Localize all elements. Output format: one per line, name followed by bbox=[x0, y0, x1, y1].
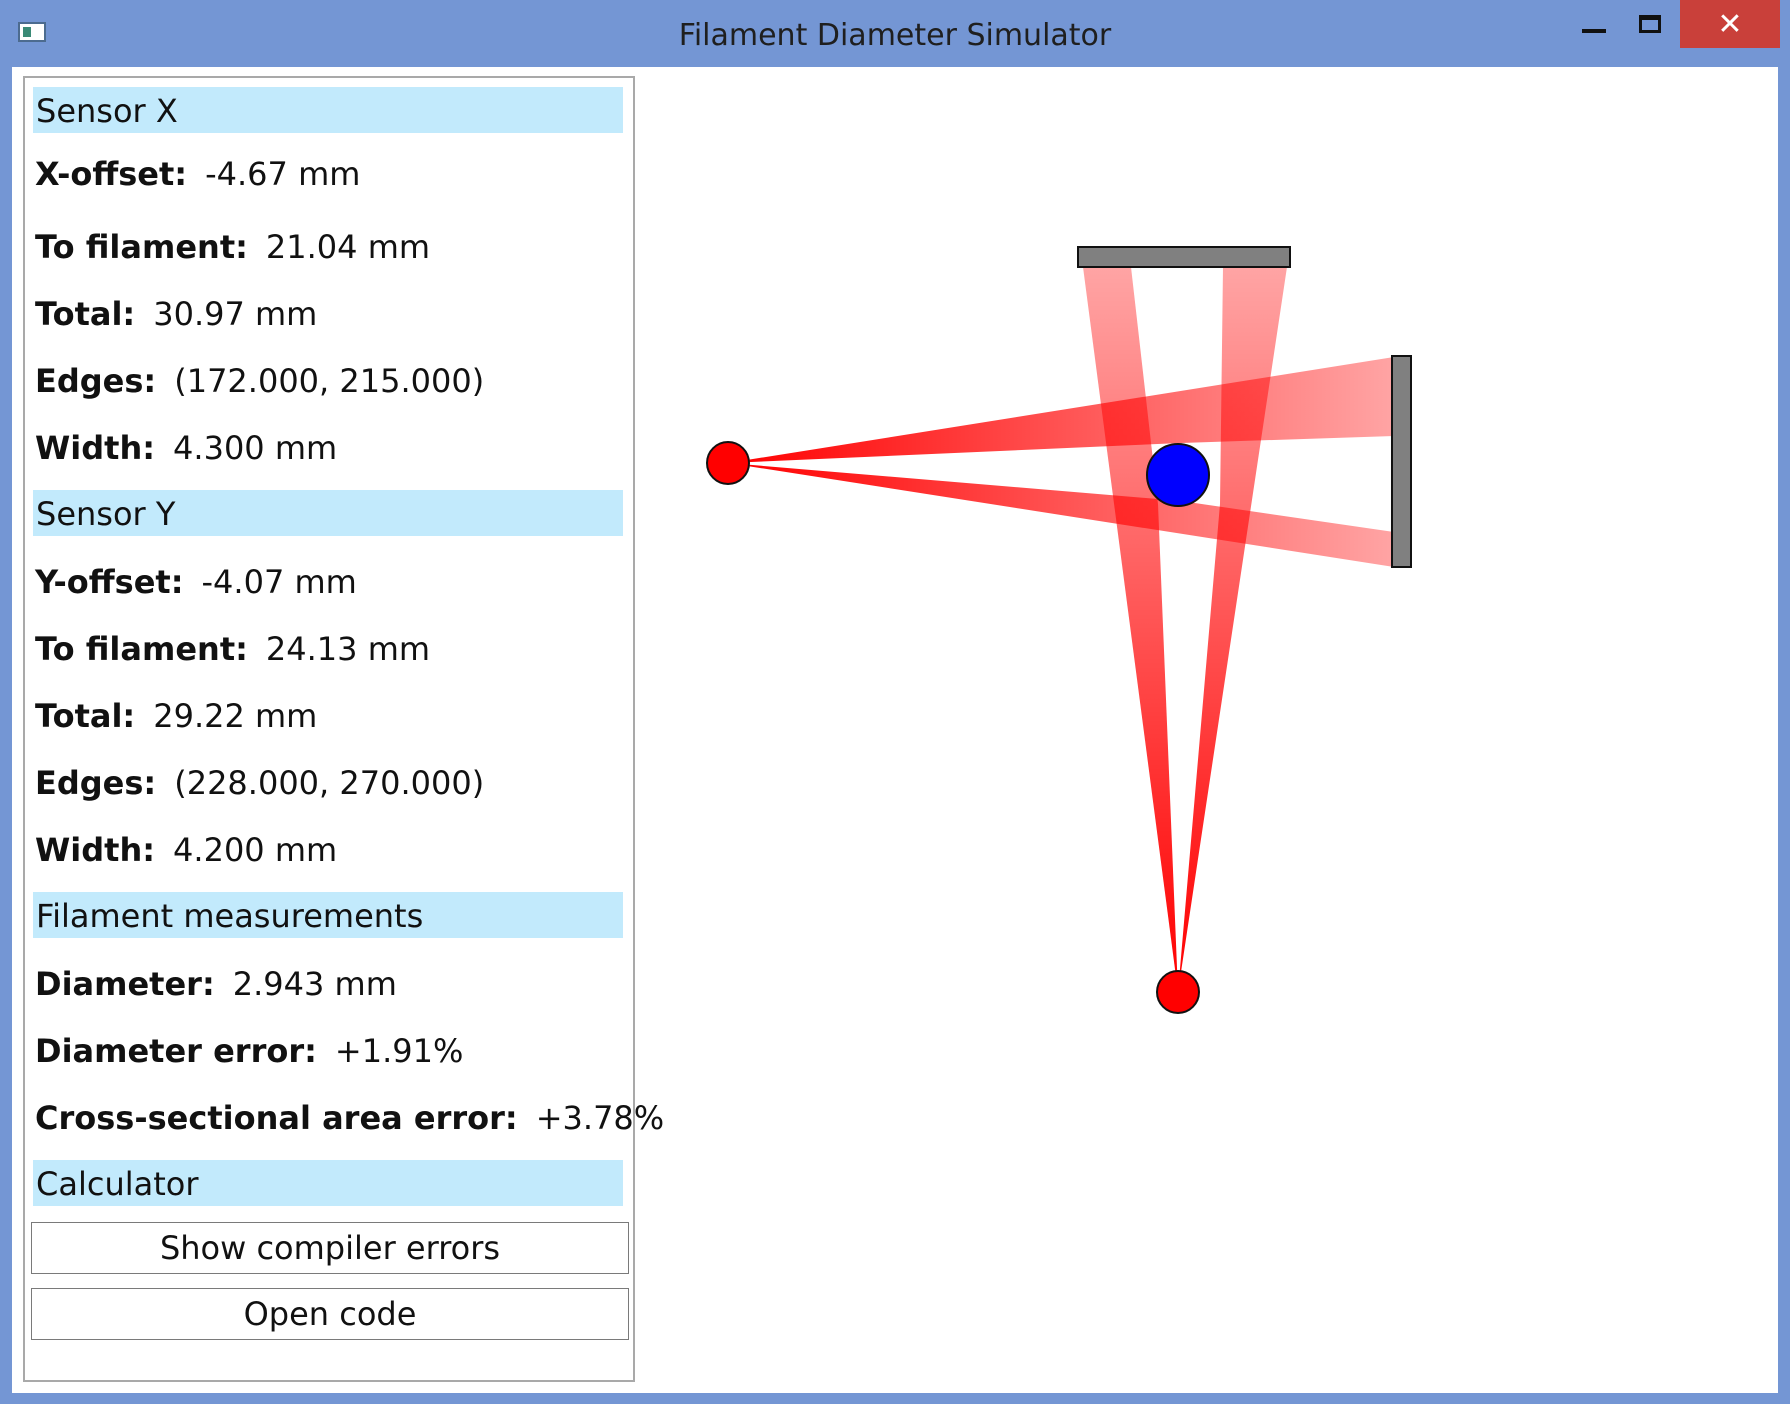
filament-cross-section[interactable] bbox=[1146, 443, 1210, 507]
beam-y-left bbox=[1083, 267, 1178, 992]
light-source-y[interactable] bbox=[1156, 970, 1200, 1014]
beam-x-lower bbox=[728, 463, 1394, 567]
light-source-x[interactable] bbox=[706, 441, 750, 485]
simulation-canvas[interactable] bbox=[0, 0, 1790, 1404]
sensor-x-bar bbox=[1391, 355, 1412, 568]
beam-x-upper bbox=[728, 357, 1394, 463]
sensor-y-bar bbox=[1077, 246, 1291, 268]
beam-y-right bbox=[1178, 267, 1287, 992]
